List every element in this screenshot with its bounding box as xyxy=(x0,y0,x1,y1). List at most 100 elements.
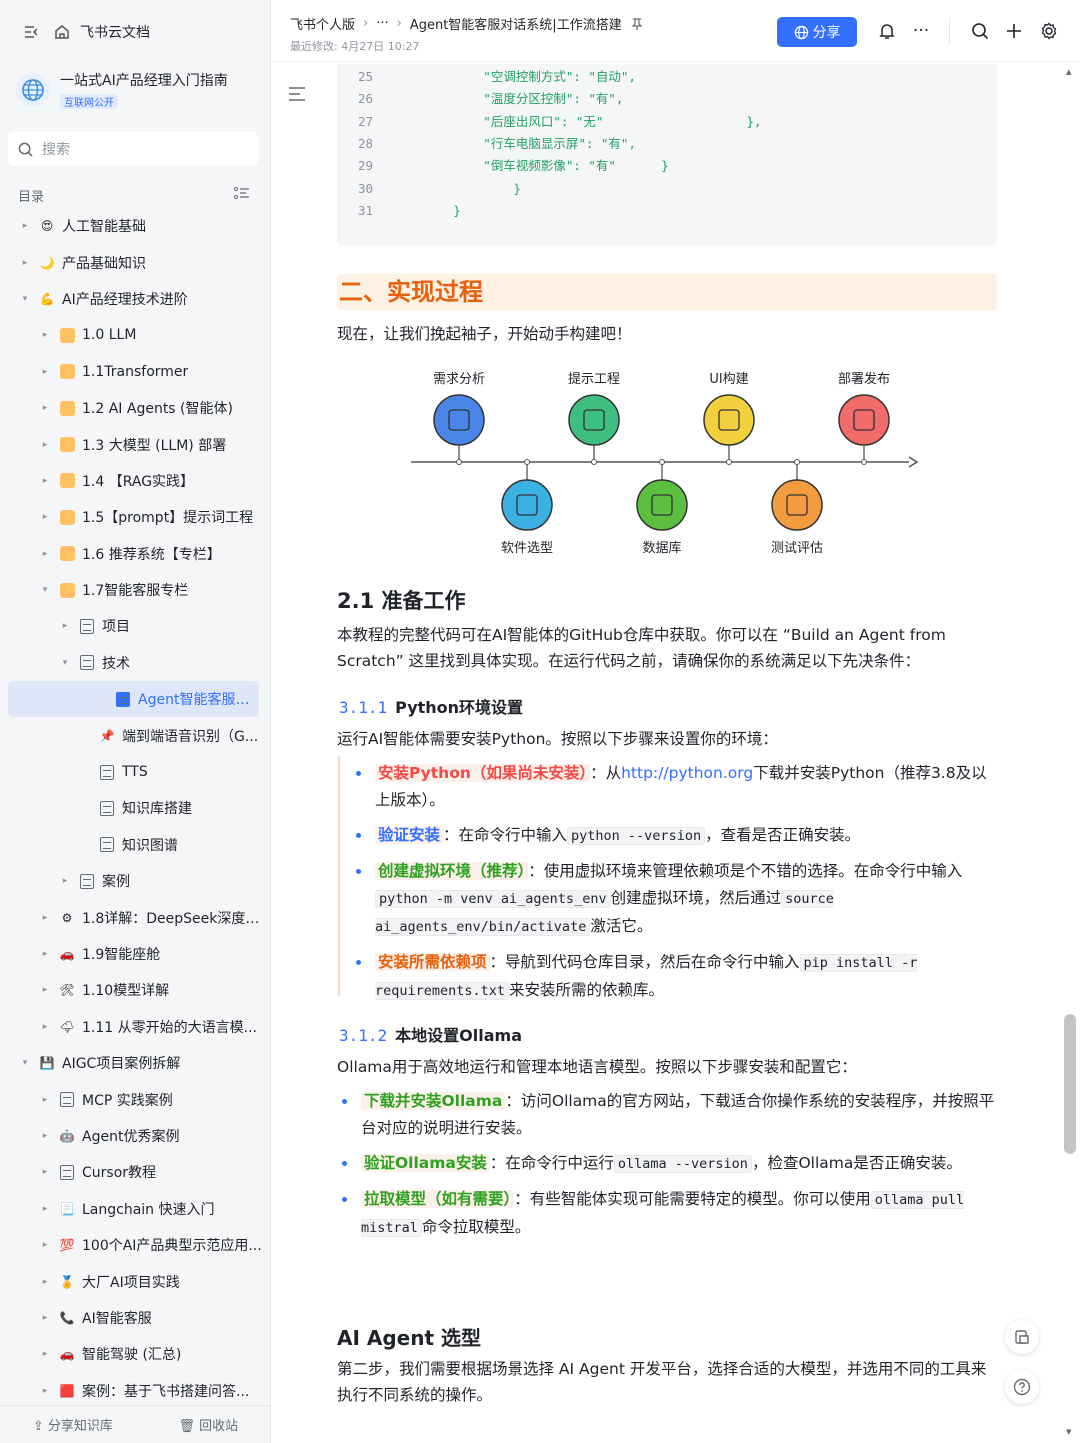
sidebar-item[interactable]: ▸ 📃 Langchain 快速入门 xyxy=(0,1191,271,1227)
sidebar-item[interactable]: ▸ MCP 实践案例 xyxy=(0,1081,271,1117)
chevron-right-icon[interactable]: ▸ xyxy=(38,1277,52,1287)
chevron-right-icon[interactable]: ▸ xyxy=(38,1204,52,1214)
chevron-right-icon[interactable]: ▸ xyxy=(38,1095,52,1105)
chevron-right-icon[interactable]: ▸ xyxy=(38,440,52,450)
sidebar-item[interactable]: 知识图谱 xyxy=(0,827,271,863)
share-button[interactable]: 分享 xyxy=(777,17,857,47)
chevron-right-icon[interactable]: ▸ xyxy=(38,476,52,486)
chevron-right-icon[interactable]: ▸ xyxy=(58,876,72,886)
code-line: 27 "后座出风口": "无" }, xyxy=(337,111,762,133)
sidebar-item[interactable]: ▸ 🏅 大厂AI项目实践 xyxy=(0,1263,271,1299)
sidebar-item[interactable]: ▸ 1.3 大模型 (LLM) 部署 xyxy=(0,426,271,462)
chevron-right-icon[interactable]: ▸ xyxy=(38,1240,52,1250)
sidebar-item[interactable]: ▸ 🚗 智能驾驶 (汇总) xyxy=(0,1336,271,1372)
chevron-right-icon[interactable]: ▸ xyxy=(38,512,52,522)
step-text: ：在命令行中运行 xyxy=(489,1154,614,1172)
help-icon[interactable] xyxy=(1005,1370,1039,1404)
collapse-sidebar-icon[interactable] xyxy=(22,22,42,42)
sidebar-item[interactable]: ▸ ⚙ 1.8详解：DeepSeek深度推... xyxy=(0,899,271,935)
code-block[interactable]: 25 "空调控制方式": "自动", 26 "温度分区控制": "有", 27 "后… xyxy=(337,64,997,246)
sidebar-item[interactable]: ▸ 🌩 1.11 从零开始的大语言模... xyxy=(0,1009,271,1045)
home-icon[interactable] xyxy=(52,22,72,42)
sidebar-item-label: 1.0 LLM xyxy=(82,327,137,344)
sidebar-item[interactable]: ▸ 😍 人工智能基础 xyxy=(0,208,271,244)
flow-node xyxy=(501,479,553,531)
sidebar-item[interactable]: 📌 端到端语音识别（G... xyxy=(0,717,271,753)
sidebar-item[interactable]: ▸ 🟥 案例：基于飞书搭建问答... xyxy=(0,1373,271,1409)
trash-button[interactable]: 🗑 回收站 xyxy=(179,1415,239,1434)
gear-icon[interactable] xyxy=(1038,20,1060,42)
sidebar-item[interactable]: ▸ 1.0 LLM xyxy=(0,317,271,353)
sidebar-item[interactable]: TTS xyxy=(0,754,271,790)
python-link[interactable]: http://python.org xyxy=(621,764,753,782)
sidebar-item[interactable]: ▸ Cursor教程 xyxy=(0,1154,271,1190)
chevron-right-icon[interactable]: ▸ xyxy=(38,985,52,995)
sidebar-item[interactable]: ▾ 技术 xyxy=(0,645,271,681)
chevron-right-icon[interactable]: ▸ xyxy=(38,949,52,959)
scroll-down-icon[interactable]: ▼ xyxy=(1066,1428,1071,1436)
breadcrumb-root[interactable]: 飞书个人版 xyxy=(290,14,355,33)
chevron-right-icon[interactable]: ▸ xyxy=(38,1131,52,1141)
chevron-right-icon[interactable]: ▸ xyxy=(38,403,52,413)
more-icon[interactable]: ··· xyxy=(910,20,932,42)
chevron-right-icon[interactable]: ▸ xyxy=(18,258,32,268)
orange-square-icon xyxy=(58,545,76,563)
chevron-right-icon[interactable]: ▸ xyxy=(38,1313,52,1323)
chevron-right-icon[interactable]: ▸ xyxy=(38,1167,52,1177)
chevron-right-icon[interactable]: ▸ xyxy=(18,221,32,231)
orange-square-icon xyxy=(58,472,76,490)
chevron-right-icon[interactable]: ▸ xyxy=(38,549,52,559)
app-title[interactable]: 飞书云文档 xyxy=(80,22,150,42)
chevron-down-icon[interactable]: ▾ xyxy=(38,585,52,595)
bell-icon[interactable] xyxy=(876,20,898,42)
sidebar-item[interactable]: ▸ 1.4 【RAG实践】 xyxy=(0,463,271,499)
chevron-right-icon[interactable]: ▸ xyxy=(38,1022,52,1032)
chevron-right-icon[interactable]: ▸ xyxy=(38,330,52,340)
comment-float-icon[interactable] xyxy=(1005,1320,1039,1354)
sidebar-item[interactable]: ▸ 🤖 Agent优秀案例 xyxy=(0,1118,271,1154)
sidebar-item[interactable]: Agent智能客服对话... xyxy=(8,681,259,718)
scrollbar-thumb[interactable] xyxy=(1064,1014,1076,1154)
plus-icon[interactable] xyxy=(1003,20,1025,42)
sidebar-item[interactable]: ▸ 案例 xyxy=(0,863,271,899)
outline-toggle-icon[interactable] xyxy=(288,86,306,102)
sidebar-item[interactable]: ▾ 1.7智能客服专栏 xyxy=(0,572,271,608)
list-item: 拉取模型（如有需要） ：有些智能体实现可能需要特定的模型。你可以使用 ollama … xyxy=(342,1186,995,1242)
list-view-icon[interactable] xyxy=(234,186,250,200)
sidebar-item[interactable]: ▸ 1.2 AI Agents (智能体) xyxy=(0,390,271,426)
chevron-down-icon[interactable]: ▾ xyxy=(18,1058,32,1068)
chevron-right-icon[interactable]: ▸ xyxy=(38,367,52,377)
sidebar-item[interactable]: ▸ 1.1Transformer xyxy=(0,354,271,390)
breadcrumb-current[interactable]: Agent智能客服对话系统|工作流搭建 xyxy=(410,14,622,33)
share-kb-button[interactable]: ⇪ 分享知识库 xyxy=(33,1415,113,1434)
search-icon[interactable] xyxy=(969,20,991,42)
sidebar-item[interactable]: 知识库搭建 xyxy=(0,790,271,826)
sidebar-item[interactable]: ▸ 1.6 推荐系统【专栏】 xyxy=(0,536,271,572)
sidebar-item[interactable]: ▸ 🚗 1.9智能座舱 xyxy=(0,936,271,972)
breadcrumb-more[interactable]: ··· xyxy=(376,16,388,31)
chevron-down-icon[interactable]: ▾ xyxy=(18,294,32,304)
sidebar-item[interactable]: ▾ 💾 AIGC项目案例拆解 xyxy=(0,1045,271,1081)
sidebar-item[interactable]: ▸ 📞 AI智能客服 xyxy=(0,1300,271,1336)
sidebar-item[interactable]: ▸ 💯 100个AI产品典型示范应用... xyxy=(0,1227,271,1263)
chevron-right-icon[interactable]: ▸ xyxy=(38,1349,52,1359)
heading-3-1-1: 3.1.1 Python环境设置 xyxy=(339,694,523,718)
chevron-right-icon[interactable]: ▸ xyxy=(38,1386,52,1396)
sidebar-item[interactable]: ▾ 💪 AI产品经理技术进阶 xyxy=(0,281,271,317)
scroll-up-icon[interactable]: ▲ xyxy=(1066,68,1071,76)
search-input[interactable]: 搜索 xyxy=(8,132,258,166)
scrollbar[interactable]: ▲ ▼ xyxy=(1063,66,1077,1436)
section-title: 本地设置Ollama xyxy=(395,1026,523,1045)
step-text: 激活它。 xyxy=(590,917,653,935)
chevron-right-icon[interactable]: ▸ xyxy=(58,621,72,631)
sidebar-item[interactable]: ▸ 🌙 产品基础知识 xyxy=(0,244,271,280)
sidebar-item[interactable]: ▸ 项目 xyxy=(0,608,271,644)
knowledge-base-header[interactable]: 一站式AI产品经理入门指南 互联网公开 xyxy=(16,70,228,110)
sidebar-item[interactable]: ▸ 1.5【prompt】提示词工程 xyxy=(0,499,271,535)
chevron-right-icon[interactable]: ▸ xyxy=(38,913,52,923)
section-heading-implementation: 二、实现过程 xyxy=(337,274,997,310)
flow-step-label: 软件选型 xyxy=(500,541,553,556)
sidebar-item[interactable]: ▸ 🛠 1.10模型详解 xyxy=(0,972,271,1008)
pin-icon[interactable] xyxy=(630,17,644,31)
chevron-down-icon[interactable]: ▾ xyxy=(58,658,72,668)
